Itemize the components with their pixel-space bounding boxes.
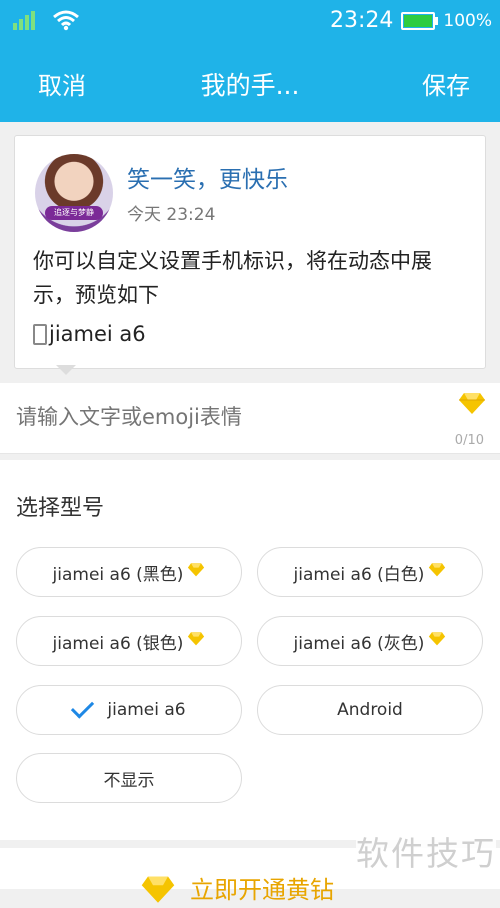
char-counter: 0/10 (454, 433, 484, 448)
model-option-gray[interactable]: jiamei a6 (灰色) (257, 616, 483, 666)
diamond-icon (428, 562, 446, 582)
phone-icon (33, 323, 47, 345)
custom-label-panel: 0/10 (0, 383, 500, 454)
check-icon (71, 695, 95, 719)
diamond-icon (140, 874, 176, 908)
header-bar: 取消 我的手... 保存 (0, 42, 500, 122)
model-option-label: jiamei a6 (107, 700, 186, 720)
device-label-text: jiamei a6 (49, 322, 146, 346)
status-time: 23:24 (329, 8, 394, 33)
model-option-silver[interactable]: jiamei a6 (银色) (16, 616, 242, 666)
custom-label-input[interactable] (16, 405, 416, 429)
model-option-label: jiamei a6 (银色) (52, 633, 184, 654)
model-option-label: Android (337, 700, 403, 720)
section-title: 选择型号 (16, 496, 105, 521)
preview-caret (56, 365, 76, 375)
model-option-black[interactable]: jiamei a6 (黑色) (16, 547, 242, 597)
diamond-icon (458, 391, 486, 419)
save-button[interactable]: 保存 (422, 66, 470, 101)
preview-body-text: 你可以自定义设置手机标识，将在动态中展示，预览如下 (33, 249, 432, 307)
diamond-icon (187, 562, 205, 582)
open-vip-button[interactable]: 立即开通黄钻 (190, 870, 334, 905)
diamond-icon (187, 631, 205, 651)
signal-icon (12, 9, 38, 35)
model-option-hide[interactable]: 不显示 (16, 753, 242, 803)
post-time: 今天 23:24 (127, 205, 216, 225)
watermark: 软件技巧 (356, 827, 496, 875)
diamond-icon (428, 631, 446, 651)
battery-icon (401, 11, 439, 30)
model-option-label: jiamei a6 (黑色) (52, 564, 184, 585)
user-name: 笑一笑，更快乐 (127, 167, 288, 193)
model-option-android[interactable]: Android (257, 685, 483, 735)
status-bar: 23:24 100% (0, 0, 500, 42)
wifi-icon (52, 9, 80, 35)
avatar-tag: 追逐与梦静 (45, 206, 103, 220)
model-option-label: 不显示 (103, 770, 155, 791)
model-option-default[interactable]: jiamei a6 (16, 685, 242, 735)
device-label: jiamei a6 (33, 322, 146, 346)
model-option-white[interactable]: jiamei a6 (白色) (257, 547, 483, 597)
avatar: 追逐与梦静 (35, 154, 113, 232)
preview-card: 追逐与梦静 笑一笑，更快乐 今天 23:24 你可以自定义设置手机标识，将在动态… (14, 135, 486, 369)
battery-percent: 100% (443, 10, 492, 31)
model-panel: 选择型号 jiamei a6 (黑色) jiamei a6 (白色) jiame… (0, 460, 500, 840)
model-option-label: jiamei a6 (灰色) (293, 633, 425, 654)
model-option-label: jiamei a6 (白色) (293, 564, 425, 585)
